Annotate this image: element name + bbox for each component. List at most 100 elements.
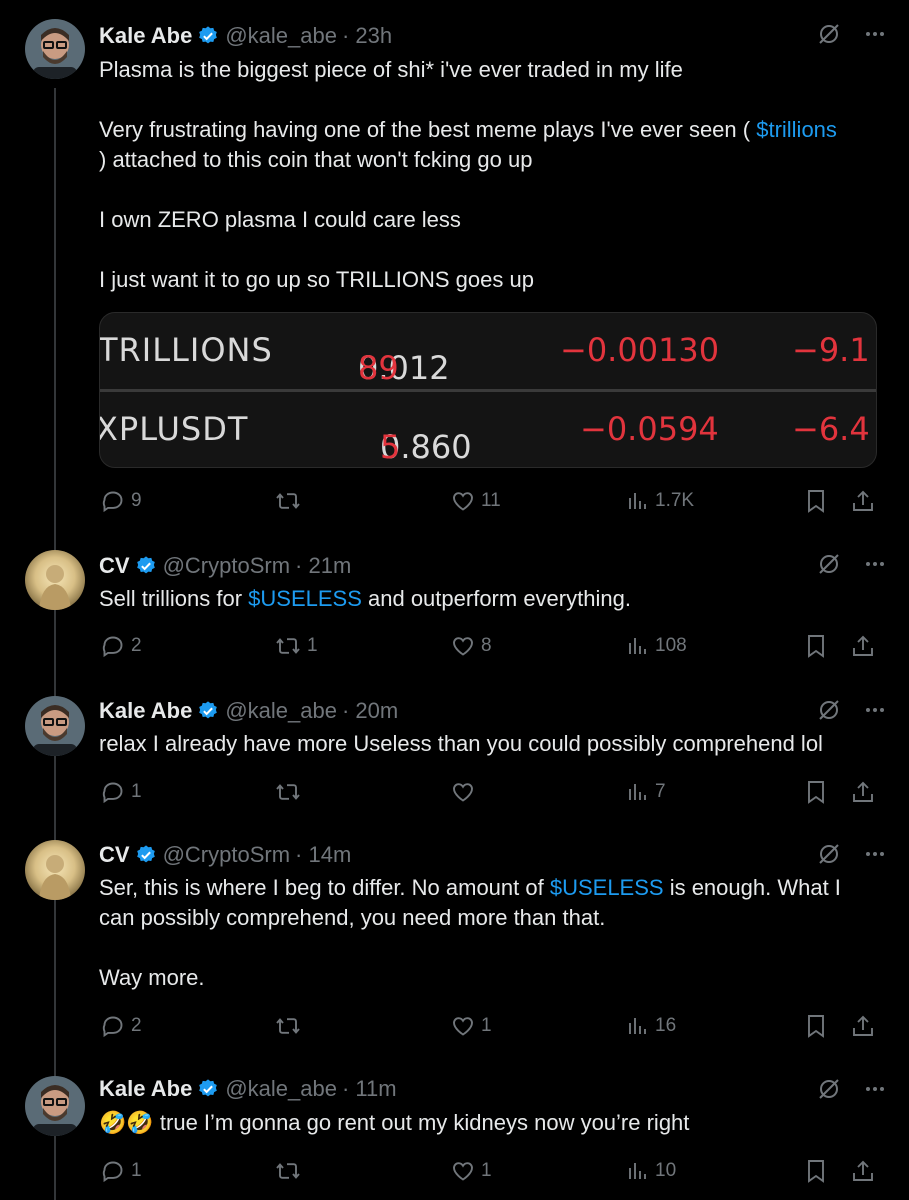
user-handle[interactable]: @kale_abe: [225, 698, 337, 724]
user-handle[interactable]: @CryptoSrm: [163, 553, 290, 579]
verified-badge-icon: [135, 555, 157, 577]
display-name[interactable]: CV: [99, 842, 130, 868]
user-handle[interactable]: @CryptoSrm: [163, 842, 290, 868]
ticker-percent: −9.1: [792, 331, 870, 369]
avatar-kale-abe[interactable]: [25, 696, 85, 756]
repost-button[interactable]: [275, 1156, 307, 1186]
views-count: 108: [655, 635, 687, 656]
views-count: 16: [655, 1015, 677, 1036]
avatar-cv[interactable]: [25, 840, 85, 900]
more-options-icon[interactable]: [863, 1077, 887, 1106]
more-options-icon[interactable]: [863, 552, 887, 581]
display-name[interactable]: Kale Abe: [99, 23, 192, 49]
views-button[interactable]: 10: [627, 1156, 676, 1186]
tweet-2[interactable]: CV @CryptoSrm · 21m Sell trillions for $…: [0, 530, 909, 678]
tweet-header: Kale Abe @kale_abe · 20m: [99, 696, 398, 726]
verified-badge-icon: [197, 700, 219, 722]
emoji-rofl: 🤣🤣: [99, 1110, 154, 1135]
grok-icon[interactable]: [817, 552, 841, 581]
ticker-screenshot-image[interactable]: TRILLIONS 0.012 89 −0.00130 −9.1 XPLUSDT …: [99, 312, 877, 468]
repost-button[interactable]: [275, 1011, 307, 1041]
views-button[interactable]: 16: [627, 1011, 676, 1041]
ticker-symbol: TRILLIONS: [99, 331, 273, 369]
share-icon[interactable]: [851, 1156, 875, 1186]
cashtag-link[interactable]: $USELESS: [550, 875, 664, 900]
grok-icon[interactable]: [817, 842, 841, 871]
share-icon[interactable]: [851, 1011, 875, 1041]
timestamp[interactable]: · 21m: [295, 553, 351, 579]
timestamp[interactable]: · 20m: [342, 698, 398, 724]
more-options-icon[interactable]: [863, 842, 887, 871]
ticker-row-trillions: TRILLIONS 0.012 89 −0.00130 −9.1: [99, 331, 870, 387]
verified-badge-icon: [135, 844, 157, 866]
repost-button[interactable]: [275, 777, 307, 807]
repost-button[interactable]: 1: [275, 631, 318, 661]
more-options-icon[interactable]: [863, 22, 887, 51]
bookmark-icon[interactable]: [805, 1156, 827, 1186]
avatar-kale-abe[interactable]: [25, 19, 85, 79]
verified-badge-icon: [197, 25, 219, 47]
share-icon[interactable]: [851, 777, 875, 807]
tweet-text: Sell trillions for $USELESS and outperfo…: [99, 586, 631, 611]
tweet-right-icons: [817, 842, 887, 871]
ticker-symbol: XPLUSDT: [99, 410, 249, 448]
display-name[interactable]: Kale Abe: [99, 698, 192, 724]
views-button[interactable]: 1.7K: [627, 486, 694, 516]
display-name[interactable]: CV: [99, 553, 130, 579]
ticker-percent: −6.4: [792, 410, 870, 448]
tweet-text: relax I already have more Useless than y…: [99, 731, 823, 756]
timestamp[interactable]: · 14m: [295, 842, 351, 868]
tweet-4[interactable]: CV @CryptoSrm · 14m Ser, this is where I…: [0, 822, 909, 1058]
like-button[interactable]: 1: [451, 1156, 492, 1186]
user-handle[interactable]: @kale_abe: [225, 1076, 337, 1102]
views-button[interactable]: 7: [627, 777, 666, 807]
avatar-kale-abe[interactable]: [25, 1076, 85, 1136]
repost-button[interactable]: [275, 486, 307, 516]
share-icon[interactable]: [851, 631, 875, 661]
like-button[interactable]: 11: [451, 486, 501, 516]
bookmark-icon[interactable]: [805, 486, 827, 516]
tweet-1[interactable]: Kale Abe @kale_abe · 23h Plasma is the b…: [0, 0, 909, 530]
bookmark-icon[interactable]: [805, 1011, 827, 1041]
timestamp[interactable]: · 23h: [342, 23, 392, 49]
views-count: 1.7K: [655, 490, 695, 511]
reply-button[interactable]: 9: [101, 486, 142, 516]
cashtag-link[interactable]: $USELESS: [248, 586, 362, 611]
display-name[interactable]: Kale Abe: [99, 1076, 192, 1102]
timestamp[interactable]: · 11m: [342, 1076, 397, 1102]
action-bar: 2 1 16: [99, 1011, 889, 1041]
user-handle[interactable]: @kale_abe: [225, 23, 337, 49]
avatar-cv[interactable]: [25, 550, 85, 610]
reply-button[interactable]: 1: [101, 1156, 142, 1186]
share-icon[interactable]: [851, 486, 875, 516]
reply-count: 9: [131, 490, 142, 511]
grok-icon[interactable]: [817, 698, 841, 727]
ticker-change: −0.0594: [580, 410, 719, 448]
action-bar: 9 11 1.7K: [99, 486, 889, 516]
like-count: 1: [481, 1160, 492, 1181]
tweet-line: Plasma is the biggest piece of shi* i've…: [99, 57, 683, 82]
like-button[interactable]: [451, 777, 481, 807]
bookmark-icon[interactable]: [805, 777, 827, 807]
reply-button[interactable]: 2: [101, 631, 142, 661]
more-options-icon[interactable]: [863, 698, 887, 727]
grok-icon[interactable]: [817, 22, 841, 51]
like-button[interactable]: 1: [451, 1011, 492, 1041]
grok-icon[interactable]: [817, 1077, 841, 1106]
action-bar: 1 7: [99, 777, 889, 807]
views-button[interactable]: 108: [627, 631, 687, 661]
tweet-header: Kale Abe @kale_abe · 11m: [99, 1074, 397, 1104]
reply-button[interactable]: 2: [101, 1011, 142, 1041]
tweet-text: Ser, this is where I beg to differ. No a…: [99, 875, 841, 990]
like-button[interactable]: 8: [451, 631, 492, 661]
bookmark-icon[interactable]: [805, 631, 827, 661]
verified-badge-icon: [197, 1078, 219, 1100]
tweet-5[interactable]: Kale Abe @kale_abe · 11m 🤣🤣 true I’m gon…: [0, 1058, 909, 1200]
tweet-header: Kale Abe @kale_abe · 23h: [99, 21, 392, 51]
cashtag-link[interactable]: $trillions: [756, 117, 837, 142]
views-count: 7: [655, 781, 666, 802]
reply-button[interactable]: 1: [101, 777, 142, 807]
tweet-3[interactable]: Kale Abe @kale_abe · 20m relax I already…: [0, 678, 909, 822]
reply-count: 1: [131, 781, 142, 802]
tweet-right-icons: [817, 552, 887, 581]
